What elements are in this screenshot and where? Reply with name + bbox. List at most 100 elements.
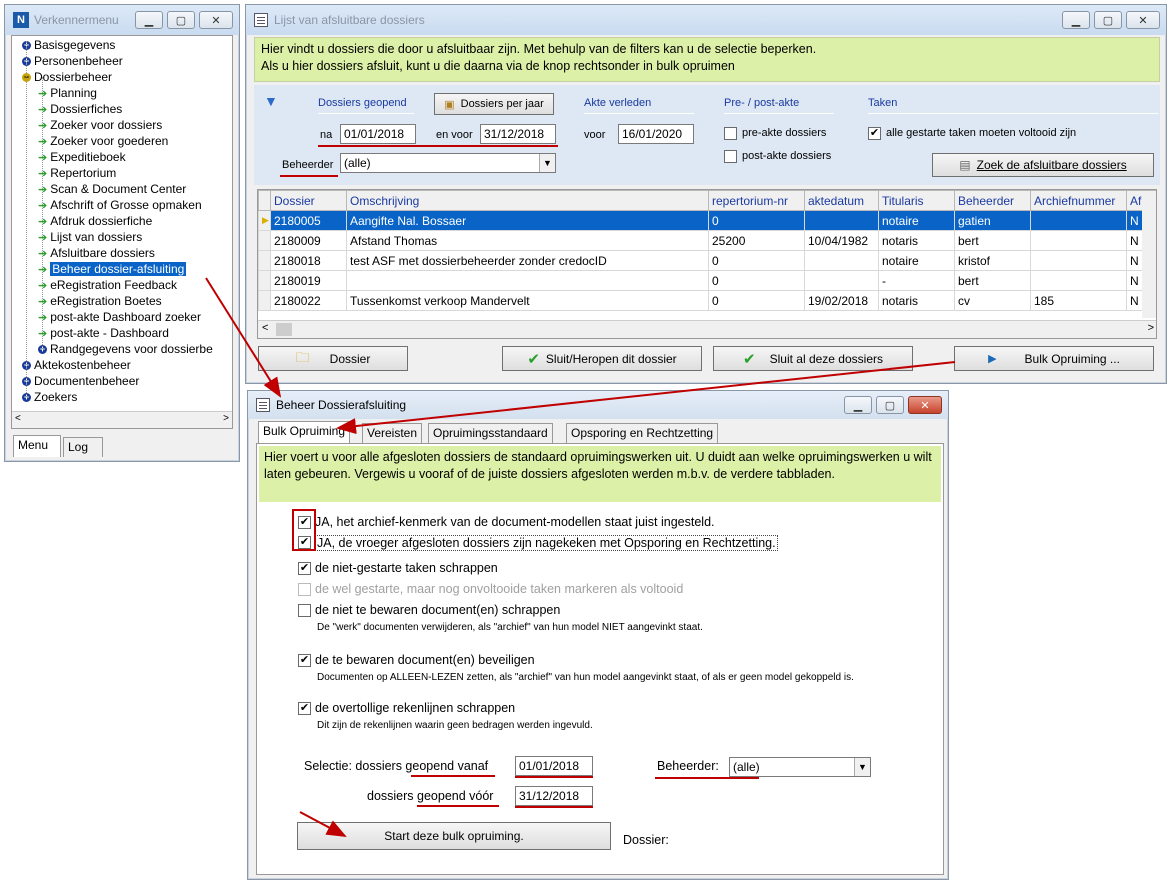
menu-item[interactable]: ➔ Afsluitbare dossiers: [38, 245, 155, 261]
menu-item[interactable]: ➔ eRegistration Feedback: [38, 277, 177, 293]
beheerder-select[interactable]: (alle) ▼: [340, 153, 556, 173]
tab-menu[interactable]: Menu: [13, 435, 61, 457]
close-button[interactable]: ✕: [908, 396, 942, 414]
menu-item[interactable]: ➔ Repertorium: [38, 165, 116, 181]
onvoltooid-checkbox[interactable]: [298, 583, 311, 596]
beheer-titlebar[interactable]: Beheer Dossierafsluiting ▁ ▢ ✕: [248, 391, 948, 419]
start-bulk-button[interactable]: Start deze bulk opruiming.: [297, 822, 611, 850]
dossiers-per-jaar-button[interactable]: ▣ Dossiers per jaar: [434, 93, 554, 115]
menu-item[interactable]: ➔ Lijst van dossiers: [38, 229, 142, 245]
column-header[interactable]: Dossier: [270, 190, 347, 211]
menu-item[interactable]: ➔ Beheer dossier-afsluiting: [38, 261, 187, 277]
table-cell: test ASF met dossierbeheerder zonder cre…: [346, 250, 709, 271]
vanaf-date-input[interactable]: 01/01/2018: [515, 756, 593, 776]
tab-opruimingsstandaard[interactable]: Opruimingsstandaard: [428, 423, 553, 443]
maximize-button[interactable]: ▢: [167, 11, 195, 29]
row-selector[interactable]: [258, 230, 271, 251]
voor-date-input[interactable]: 31/12/2018: [515, 786, 593, 806]
menu-item[interactable]: ➔ Afschrift of Grosse opmaken: [38, 197, 202, 213]
menu-item[interactable]: + Personenbeheer: [22, 53, 123, 69]
column-header[interactable]: Beheerder: [954, 190, 1031, 211]
beveiligen-checkbox[interactable]: ✔: [298, 654, 311, 667]
column-header[interactable]: repertorium-nr: [708, 190, 805, 211]
menu-item-label: Randgegevens voor dossierbe: [50, 342, 213, 356]
tab-opsporing[interactable]: Opsporing en Rechtzetting: [566, 423, 719, 443]
horizontal-scrollbar[interactable]: < >: [12, 411, 232, 428]
column-header[interactable]: aktedatum: [804, 190, 879, 211]
table-cell: Aangifte Nal. Bossaer: [346, 210, 709, 231]
menu-item[interactable]: ➔ eRegistration Boetes: [38, 293, 162, 309]
vertical-scrollbar[interactable]: [1142, 210, 1156, 318]
maximize-button[interactable]: ▢: [1094, 11, 1122, 29]
column-header[interactable]: Titularis: [878, 190, 955, 211]
rekenlijnen-checkbox[interactable]: ✔: [298, 702, 311, 715]
zoek-afsluitbare-button[interactable]: ▤ Zoek de afsluitbare dossiers: [932, 153, 1154, 177]
pre-akte-checkbox[interactable]: [724, 127, 737, 140]
voor-date-input[interactable]: 16/01/2020: [618, 124, 694, 144]
menu-item[interactable]: + Basisgegevens: [22, 37, 115, 53]
taken-check-label: alle gestarte taken moeten voltooid zijn: [886, 127, 1077, 139]
menu-item[interactable]: ➔ Expeditieboek: [38, 149, 126, 165]
tree-guide-line: [26, 41, 27, 397]
dossier-button[interactable]: 🗀 Dossier: [258, 346, 408, 371]
taken-checkbox[interactable]: ✔: [868, 127, 881, 140]
table-row[interactable]: 2180022 Tussenkomst verkoop Mandervelt 0 19…: [258, 290, 1156, 311]
verkennermenu-titlebar[interactable]: N Verkennermenu ▁ ▢ ✕: [5, 5, 239, 35]
scroll-left-icon[interactable]: <: [15, 413, 21, 424]
menu-item[interactable]: + Aktekostenbeheer: [22, 357, 131, 373]
beheerder-select[interactable]: (alle) ▼: [729, 757, 871, 777]
minimize-button[interactable]: ▁: [844, 396, 872, 414]
table-cell: 185: [1030, 290, 1127, 311]
envoor-date-input[interactable]: 31/12/2018: [480, 124, 556, 144]
column-header[interactable]: Omschrijving: [346, 190, 709, 211]
row-selector[interactable]: [258, 250, 271, 271]
tab-vereisten[interactable]: Vereisten: [362, 423, 423, 443]
menu-item[interactable]: ➔ Scan & Document Center: [38, 181, 186, 197]
menu-item[interactable]: + Documentenbeheer: [22, 373, 139, 389]
column-header[interactable]: Archiefnummer: [1030, 190, 1127, 211]
tab-bulk-opruiming[interactable]: Bulk Opruiming: [258, 421, 351, 444]
dossier-table: Dossier Omschrijving repertorium-nr aktedat…: [258, 190, 1156, 311]
row-selector[interactable]: ▶: [258, 210, 271, 231]
maximize-button[interactable]: ▢: [876, 396, 904, 414]
menu-item-label: Afsluitbare dossiers: [50, 246, 155, 260]
na-date-input[interactable]: 01/01/2018: [340, 124, 416, 144]
menu-item[interactable]: ➔ Zoeker voor goederen: [38, 133, 168, 149]
menu-item[interactable]: ➔ Dossierfiches: [38, 101, 122, 117]
table-row[interactable]: ▶ 2180005 Aangifte Nal. Bossaer 0 notaire gat…: [258, 210, 1156, 231]
close-button[interactable]: ✕: [199, 11, 233, 29]
menu-item[interactable]: ➔ Afdruk dossierfiche: [38, 213, 152, 229]
voor-label: dossiers geopend vóór: [367, 789, 494, 803]
row-selector[interactable]: [258, 290, 271, 311]
niet-gestarte-checkbox[interactable]: ✔: [298, 562, 311, 575]
niet-bewaren-checkbox[interactable]: [298, 604, 311, 617]
column-header[interactable]: Af: [1126, 190, 1156, 211]
table-row[interactable]: 2180009 Afstand Thomas 25200 10/04/1982 nota…: [258, 230, 1156, 251]
menu-item[interactable]: + Zoekers: [22, 389, 77, 405]
chevron-down-icon[interactable]: ▼: [854, 758, 870, 776]
row-selector[interactable]: [258, 270, 271, 291]
table-row[interactable]: 2180019 0- bert N: [258, 270, 1156, 291]
sluit-al-button[interactable]: ✔ Sluit al deze dossiers: [713, 346, 913, 371]
menu-item[interactable]: − Dossierbeheer: [22, 69, 112, 85]
menu-item[interactable]: ➔ Planning: [38, 85, 97, 101]
bulk-opruiming-button[interactable]: ▶ Bulk Opruiming ...: [954, 346, 1154, 371]
menu-item[interactable]: ➔ post-akte Dashboard zoeker: [38, 309, 201, 325]
chevron-down-icon[interactable]: ▼: [539, 154, 555, 172]
minimize-button[interactable]: ▁: [1062, 11, 1090, 29]
table-row[interactable]: 2180018 test ASF met dossierbeheerder zon…: [258, 250, 1156, 271]
scroll-right-icon[interactable]: >: [1148, 322, 1154, 334]
close-button[interactable]: ✕: [1126, 11, 1160, 29]
menu-item[interactable]: ➔ Zoeker voor dossiers: [38, 117, 162, 133]
minimize-button[interactable]: ▁: [135, 11, 163, 29]
horizontal-scrollbar[interactable]: < >: [258, 320, 1156, 338]
scroll-right-icon[interactable]: >: [223, 413, 229, 424]
menu-item[interactable]: + Randgegevens voor dossierbe: [38, 341, 213, 357]
scroll-thumb[interactable]: [276, 323, 292, 336]
scroll-left-icon[interactable]: <: [262, 322, 268, 334]
menu-item[interactable]: ➔ post-akte - Dashboard: [38, 325, 169, 341]
tab-log[interactable]: Log: [63, 437, 103, 457]
sluit-heropen-button[interactable]: ✔ Sluit/Heropen dit dossier: [502, 346, 702, 371]
post-akte-checkbox[interactable]: [724, 150, 737, 163]
lijst-titlebar[interactable]: Lijst van afsluitbare dossiers ▁ ▢ ✕: [246, 5, 1166, 35]
